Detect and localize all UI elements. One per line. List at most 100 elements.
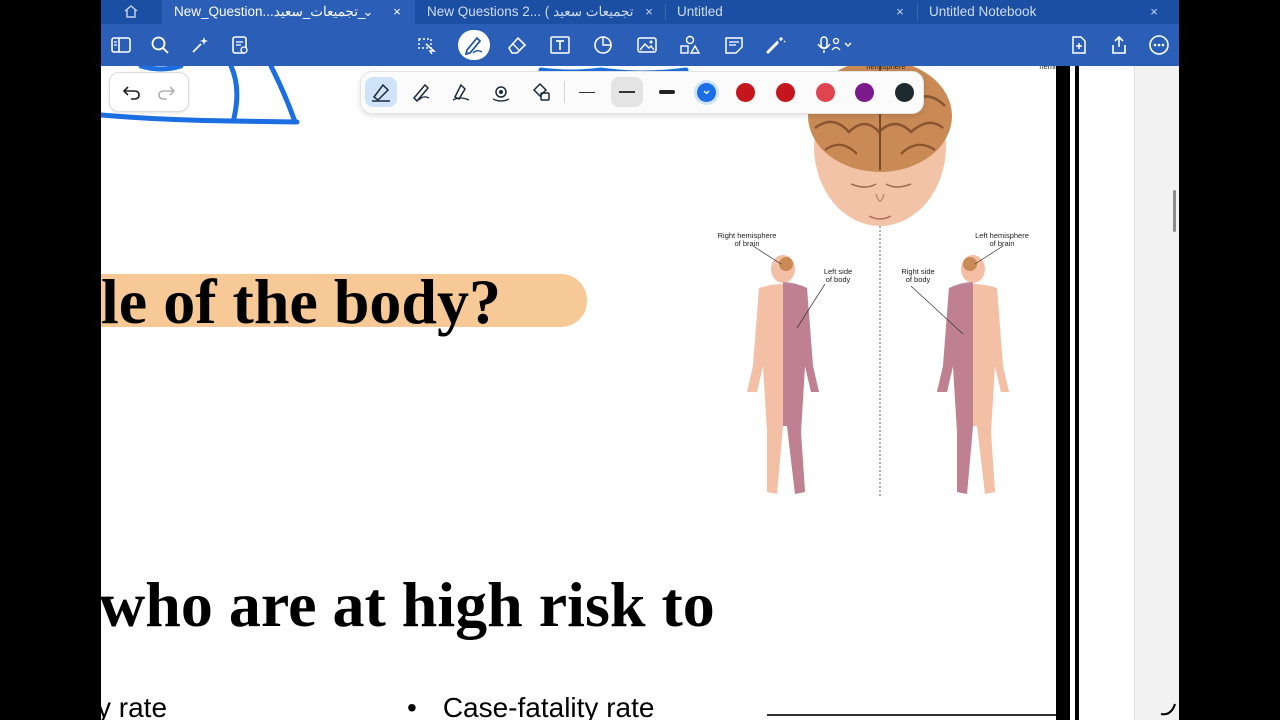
toolbar-divider [564,81,565,103]
bullet-text: Case-fatality rate [442,692,655,720]
question-heading-2: who are at high risk to [101,569,715,640]
scrollbar-thumb[interactable] [1173,190,1176,232]
close-icon[interactable]: × [390,0,404,23]
home-tab[interactable] [101,0,161,24]
share-button[interactable] [1104,31,1134,59]
chevron-down-icon [703,90,710,95]
elements-icon [680,35,701,54]
close-icon[interactable]: × [1147,0,1161,23]
divider-line [767,714,1056,716]
ai-button[interactable] [185,31,215,59]
add-page-button[interactable] [1064,31,1094,59]
app-window: New_Question...تجميعات_سعيد_ ⌄ × New Que… [101,0,1179,720]
bullet-item: y rate [101,692,167,720]
page-edge [1056,66,1070,720]
ball-pen-option[interactable] [405,77,437,107]
sticky-note-icon [725,37,743,54]
main-toolbar [101,24,1179,66]
color-swatch-blue[interactable] [697,83,716,102]
fountain-pen-option[interactable] [365,77,397,107]
left-body-figure [747,255,819,494]
laser-pointer-tool[interactable] [761,31,791,59]
sidebar-button[interactable] [106,31,136,59]
tab-bar: New_Question...تجميعات_سعيد_ ⌄ × New Que… [101,0,1179,24]
brain-illustration [747,66,1009,498]
sticky-note-tool[interactable] [719,31,749,59]
more-icon [1149,35,1169,55]
scrollbar-track[interactable] [1134,66,1179,720]
color-swatch-light-red[interactable] [816,83,835,102]
resize-corner-icon [1160,703,1176,716]
bullet-item: • Case-fatality rate [407,692,654,720]
add-page-icon [1072,36,1086,54]
color-swatch-black[interactable] [895,83,914,102]
redo-icon [158,86,176,100]
undo-icon [122,86,140,100]
search-button[interactable] [145,31,175,59]
color-picker-option[interactable] [525,77,557,107]
figure-label: Right hemisphere of brain [717,231,777,248]
text-box-icon [550,36,570,54]
doc-settings-icon [232,36,248,54]
image-tool[interactable] [632,31,662,59]
figure-label: hemisphere [1039,66,1056,71]
pen-settings-option[interactable] [485,77,517,107]
lasso-tool[interactable] [412,31,442,59]
eraser-icon [508,36,527,54]
close-icon[interactable]: × [893,0,907,23]
tab-label: New Questions 2... ( تجميعات سعيد [427,4,634,19]
tab-label: Untitled Notebook [929,4,1037,19]
more-button[interactable] [1144,31,1174,59]
shapes-tool[interactable] [588,31,618,59]
brain-body-figure: hemisphere hemisphere Right hemisphere o… [701,66,1056,506]
laser-pointer-icon [766,37,786,54]
ball-pen-icon [412,83,430,103]
figure-label: Left hemisphere of brain [975,231,1029,248]
brush-pen-icon [452,83,470,101]
bullet-marker: • [407,692,417,720]
bullet-text: y rate [101,692,168,720]
sparkle-icon [192,37,208,53]
notebook-page[interactable]: le of the body? who are at high risk to … [101,66,1056,720]
shapes-icon [594,36,612,54]
pen-icon [464,36,483,55]
record-audio-button[interactable] [813,31,859,59]
pen-options-bar [360,71,924,114]
tab-label: New_Question...تجميعات_سعيد_ [174,4,366,19]
undo-button[interactable] [120,81,142,103]
image-icon [637,37,657,53]
next-page-margin [1079,66,1134,720]
fountain-pen-icon [372,83,390,102]
sidebar-icon [111,37,131,53]
tab-untitled-notebook[interactable]: Untitled Notebook × [917,0,1179,24]
doc-settings-button[interactable] [225,31,255,59]
thickness-thin[interactable] [571,77,603,107]
tab-new-questions-2[interactable]: New Questions 2... ( تجميعات سعيد × [415,0,665,24]
tab-new-question[interactable]: New_Question...تجميعات_سعيد_ ⌄ × [162,0,415,24]
thickness-medium[interactable] [611,77,643,107]
figure-label: Right side of body [901,267,935,284]
home-icon [124,5,138,18]
close-icon[interactable]: × [642,0,656,23]
thickness-thick[interactable] [651,77,683,107]
pen-settings-icon [492,86,510,102]
question-heading: le of the body? [101,266,501,337]
right-body-figure [937,255,1009,494]
figure-label: Left side of body [823,267,853,284]
color-swatch-purple[interactable] [855,83,874,102]
tab-untitled[interactable]: Untitled × [665,0,917,24]
brush-pen-option[interactable] [445,77,477,107]
redo-button[interactable] [156,81,178,103]
chevron-down-icon[interactable]: ⌄ [361,0,375,23]
lasso-icon [418,38,436,55]
pen-tool[interactable] [458,30,490,60]
search-icon [151,36,169,54]
eraser-tool[interactable] [502,31,532,59]
color-swatch-red[interactable] [776,83,795,102]
elements-tool[interactable] [675,31,705,59]
color-picker-icon [532,82,550,101]
color-swatch-dark-red[interactable] [736,83,755,102]
share-icon [1112,35,1126,54]
text-tool[interactable] [545,31,575,59]
undo-redo-group [109,72,189,112]
